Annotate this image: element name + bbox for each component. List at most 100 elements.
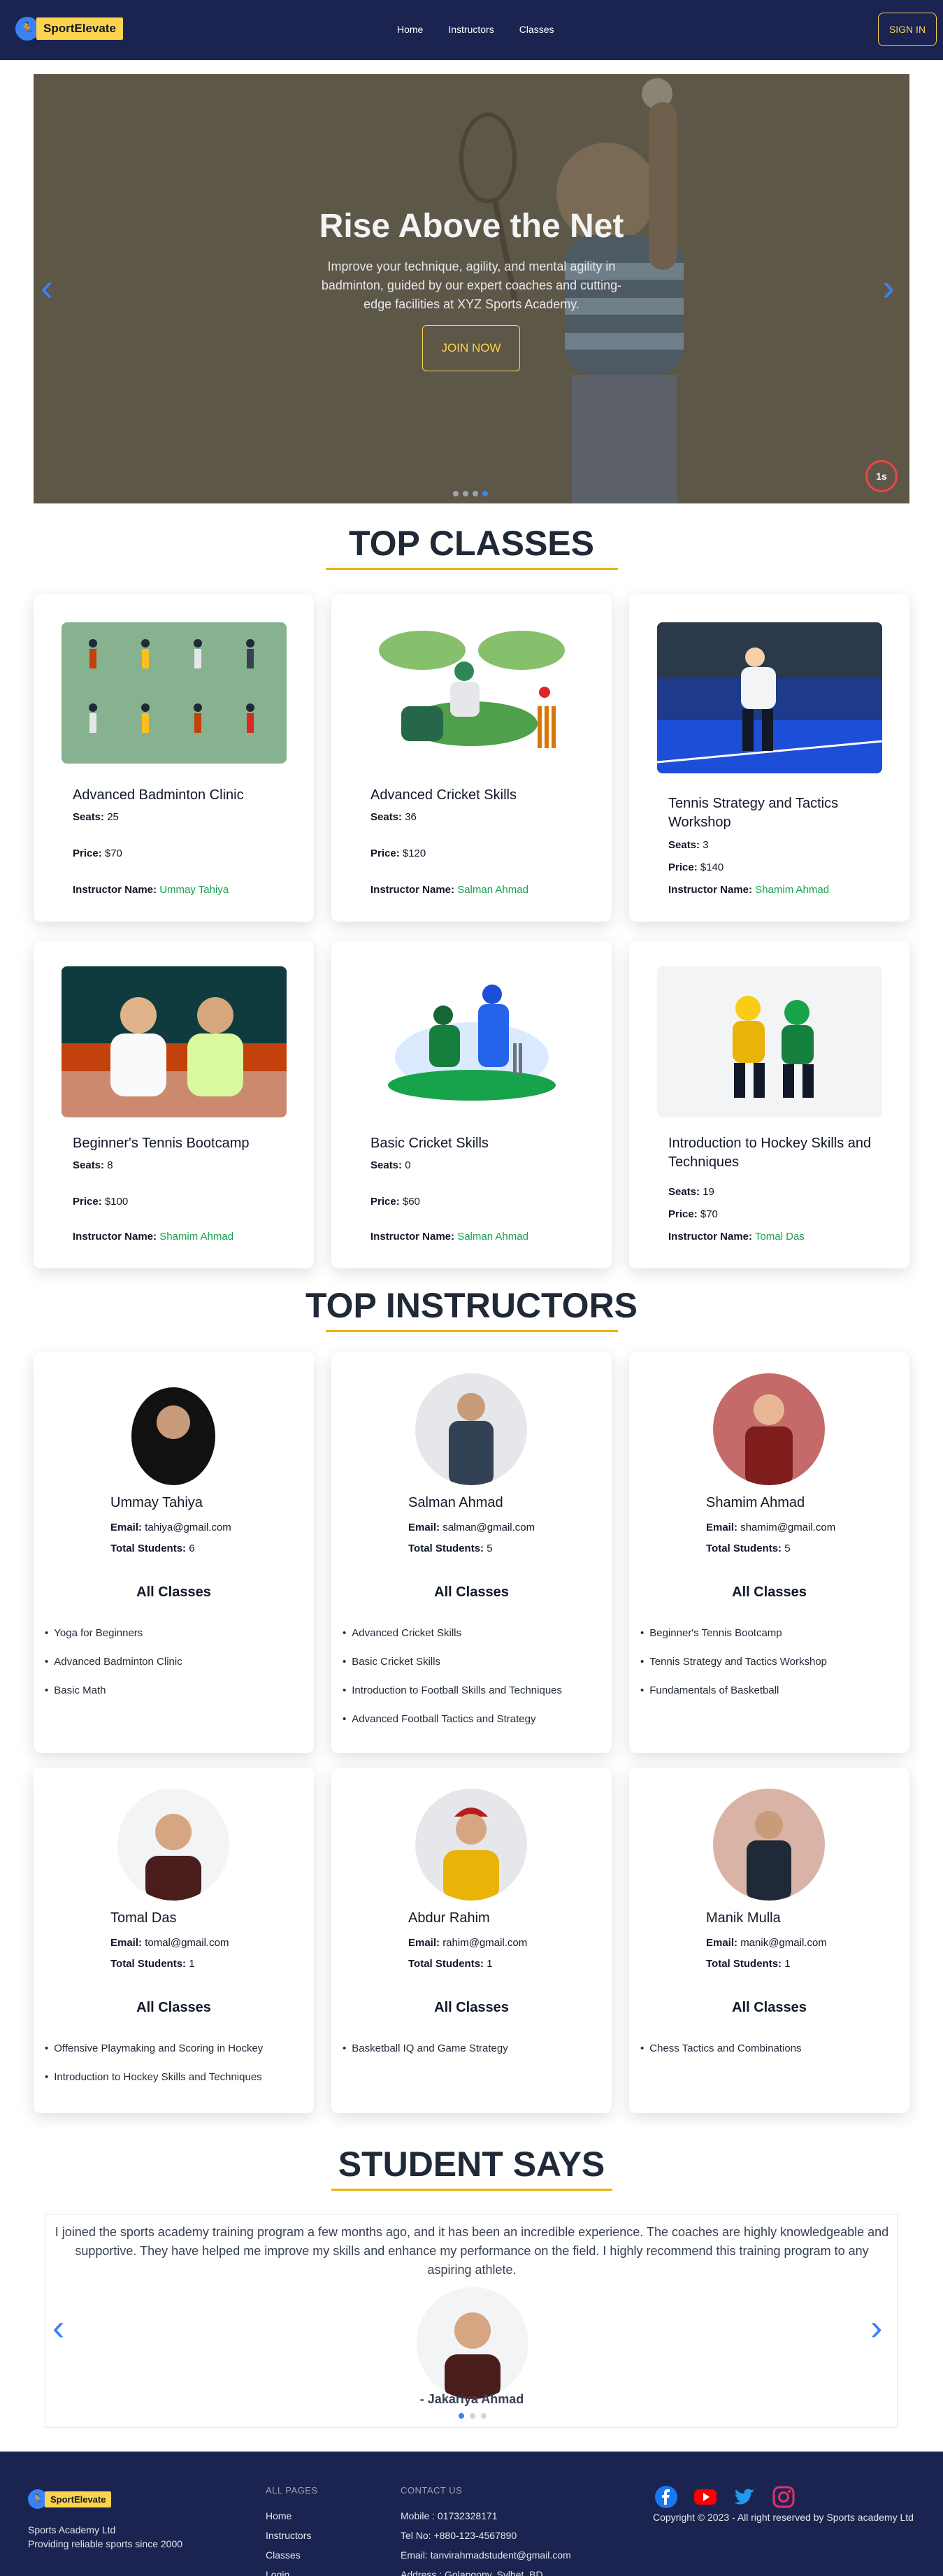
twitter-icon[interactable] bbox=[733, 2485, 756, 2509]
contact-tel: Tel No: +880-123-4567890 bbox=[401, 2530, 517, 2541]
hero-dot[interactable] bbox=[453, 491, 459, 496]
instructor-card: Abdur Rahim Email: rahim@gmail.com Total… bbox=[331, 1768, 612, 2113]
price-value: $100 bbox=[104, 1196, 129, 1208]
class-image bbox=[62, 622, 287, 764]
students-value: 5 bbox=[487, 1543, 493, 1554]
hero-dot[interactable] bbox=[473, 491, 478, 496]
class-instructor: Instructor Name: Salman Ahmad bbox=[370, 1231, 528, 1243]
seats-label: Seats: bbox=[668, 1186, 700, 1198]
instructor-photo bbox=[117, 1789, 229, 1901]
instructor-class-list: Advanced Cricket Skills Basic Cricket Sk… bbox=[343, 1627, 562, 1742]
testimonial-dot[interactable] bbox=[481, 2413, 487, 2419]
class-instructor: Instructor Name: Tomal Das bbox=[668, 1231, 805, 1243]
avatar bbox=[415, 1789, 527, 1901]
footer-link-home[interactable]: Home bbox=[266, 2510, 291, 2521]
instagram-icon[interactable] bbox=[772, 2485, 796, 2509]
avatar bbox=[713, 1373, 825, 1485]
all-classes-heading: All Classes bbox=[434, 1584, 509, 1600]
hero-title: Rise Above the Net bbox=[319, 208, 624, 245]
instructor-email: Email: shamim@gmail.com bbox=[706, 1522, 835, 1533]
list-item: Beginner's Tennis Bootcamp bbox=[640, 1627, 827, 1656]
nav-link-home[interactable]: Home bbox=[397, 24, 423, 35]
instructor-email: Email: manik@gmail.com bbox=[706, 1937, 827, 1949]
footer-brand-logo[interactable]: 🏃 SportElevate bbox=[28, 2489, 112, 2509]
testimonial-prev-chevron-icon[interactable]: ‹ bbox=[52, 2310, 64, 2346]
instructor-photo bbox=[415, 1789, 527, 1901]
class-card: Introduction to Hockey Skills and Techni… bbox=[629, 941, 909, 1268]
seats-label: Seats: bbox=[370, 1159, 403, 1171]
nav-link-classes[interactable]: Classes bbox=[519, 24, 554, 35]
instructor-label: Instructor Name: bbox=[370, 884, 455, 896]
email-label: Email: bbox=[706, 1937, 738, 1949]
instructor-students: Total Students: 1 bbox=[706, 1958, 791, 1970]
email-label: Email: bbox=[408, 1522, 440, 1533]
testimonial-quote: I joined the sports academy training pro… bbox=[55, 2225, 889, 2277]
testimonial-dot-active[interactable] bbox=[459, 2413, 464, 2419]
all-classes-heading: All Classes bbox=[732, 1584, 807, 1600]
instructor-name: Manik Mulla bbox=[706, 1910, 781, 1926]
instructor-link[interactable]: Salman Ahmad bbox=[457, 884, 528, 896]
instructor-link[interactable]: Salman Ahmad bbox=[457, 1231, 528, 1243]
price-label: Price: bbox=[73, 1196, 102, 1208]
class-seats: Seats: 3 bbox=[668, 839, 709, 851]
instructor-label: Instructor Name: bbox=[668, 884, 753, 896]
tennis-players-photo bbox=[62, 966, 287, 1117]
email-label: Email: bbox=[110, 1522, 143, 1533]
seats-value: 25 bbox=[107, 811, 119, 823]
footer-link-classes[interactable]: Classes bbox=[266, 2549, 301, 2561]
hero-dot-active[interactable] bbox=[482, 491, 488, 496]
youtube-icon[interactable] bbox=[693, 2485, 717, 2509]
hockey-kids-photo bbox=[657, 966, 882, 1117]
instructor-class-list: Basketball IQ and Game Strategy bbox=[343, 2042, 508, 2071]
price-label: Price: bbox=[668, 861, 698, 873]
nav-link-instructors[interactable]: Instructors bbox=[448, 24, 494, 35]
footer: 🏃 SportElevate Sports Academy Ltd Provid… bbox=[0, 2452, 943, 2576]
testimonial-pagination bbox=[459, 2413, 487, 2419]
list-item: Chess Tactics and Combinations bbox=[640, 2042, 801, 2071]
list-item: Introduction to Football Skills and Tech… bbox=[343, 1684, 562, 1713]
instructor-link[interactable]: Shamim Ahmad bbox=[755, 884, 829, 896]
hero-dot[interactable] bbox=[463, 491, 468, 496]
facebook-icon[interactable] bbox=[654, 2485, 678, 2509]
avatar bbox=[415, 1373, 527, 1485]
instructor-class-list: Chess Tactics and Combinations bbox=[640, 2042, 801, 2071]
hero-prev-chevron-icon[interactable]: ‹ bbox=[41, 269, 53, 306]
class-seats: Seats: 25 bbox=[73, 811, 119, 823]
brand-logo[interactable]: 🏃 SportElevate bbox=[15, 17, 123, 41]
footer-link-login[interactable]: Login bbox=[266, 2569, 289, 2576]
instructor-link[interactable]: Tomal Das bbox=[755, 1231, 805, 1243]
students-value: 6 bbox=[189, 1543, 195, 1554]
join-now-button[interactable]: JOIN NOW bbox=[422, 325, 520, 371]
class-image bbox=[62, 966, 287, 1117]
contact-mobile: Mobile : 01732328171 bbox=[401, 2510, 498, 2521]
avatar bbox=[117, 1373, 229, 1485]
list-item: Basketball IQ and Game Strategy bbox=[343, 2042, 508, 2071]
hero-next-chevron-icon[interactable]: › bbox=[882, 269, 895, 306]
testimonial-next-chevron-icon[interactable]: › bbox=[870, 2310, 882, 2346]
price-label: Price: bbox=[668, 1208, 698, 1220]
email-label: Email: bbox=[408, 1937, 440, 1949]
instructor-photo bbox=[415, 1373, 527, 1485]
instructor-link[interactable]: Shamim Ahmad bbox=[159, 1231, 233, 1243]
instructor-link[interactable]: Ummay Tahiya bbox=[159, 884, 229, 896]
class-title: Introduction to Hockey Skills and Techni… bbox=[668, 1136, 872, 1170]
signin-button[interactable]: SIGN IN bbox=[878, 13, 937, 46]
testimonial-dot[interactable] bbox=[470, 2413, 475, 2419]
instructor-name: Salman Ahmad bbox=[408, 1495, 503, 1510]
class-card: Beginner's Tennis Bootcamp Seats: 8 Pric… bbox=[34, 941, 314, 1268]
class-card: Advanced Badminton Clinic Seats: 25 Pric… bbox=[34, 594, 314, 922]
footer-link-instructors[interactable]: Instructors bbox=[266, 2530, 311, 2541]
top-classes-heading: TOP CLASSES bbox=[348, 524, 595, 563]
instructor-card: Salman Ahmad Email: salman@gmail.com Tot… bbox=[331, 1352, 612, 1753]
all-classes-heading: All Classes bbox=[136, 2000, 211, 2015]
class-instructor: Instructor Name: Salman Ahmad bbox=[370, 884, 528, 896]
badminton-illustration bbox=[62, 622, 287, 764]
students-label: Total Students: bbox=[110, 1543, 187, 1554]
contact-email[interactable]: Email: tanvirahmadstudent@gmail.com bbox=[401, 2549, 571, 2561]
all-classes-heading: All Classes bbox=[434, 2000, 509, 2015]
top-instructors-heading: TOP INSTRUCTORS bbox=[305, 1286, 638, 1325]
instructor-students: Total Students: 6 bbox=[110, 1543, 195, 1554]
tennis-court-photo bbox=[657, 622, 882, 773]
class-price: Price: $70 bbox=[73, 847, 122, 859]
email-value: shamim@gmail.com bbox=[740, 1522, 836, 1533]
